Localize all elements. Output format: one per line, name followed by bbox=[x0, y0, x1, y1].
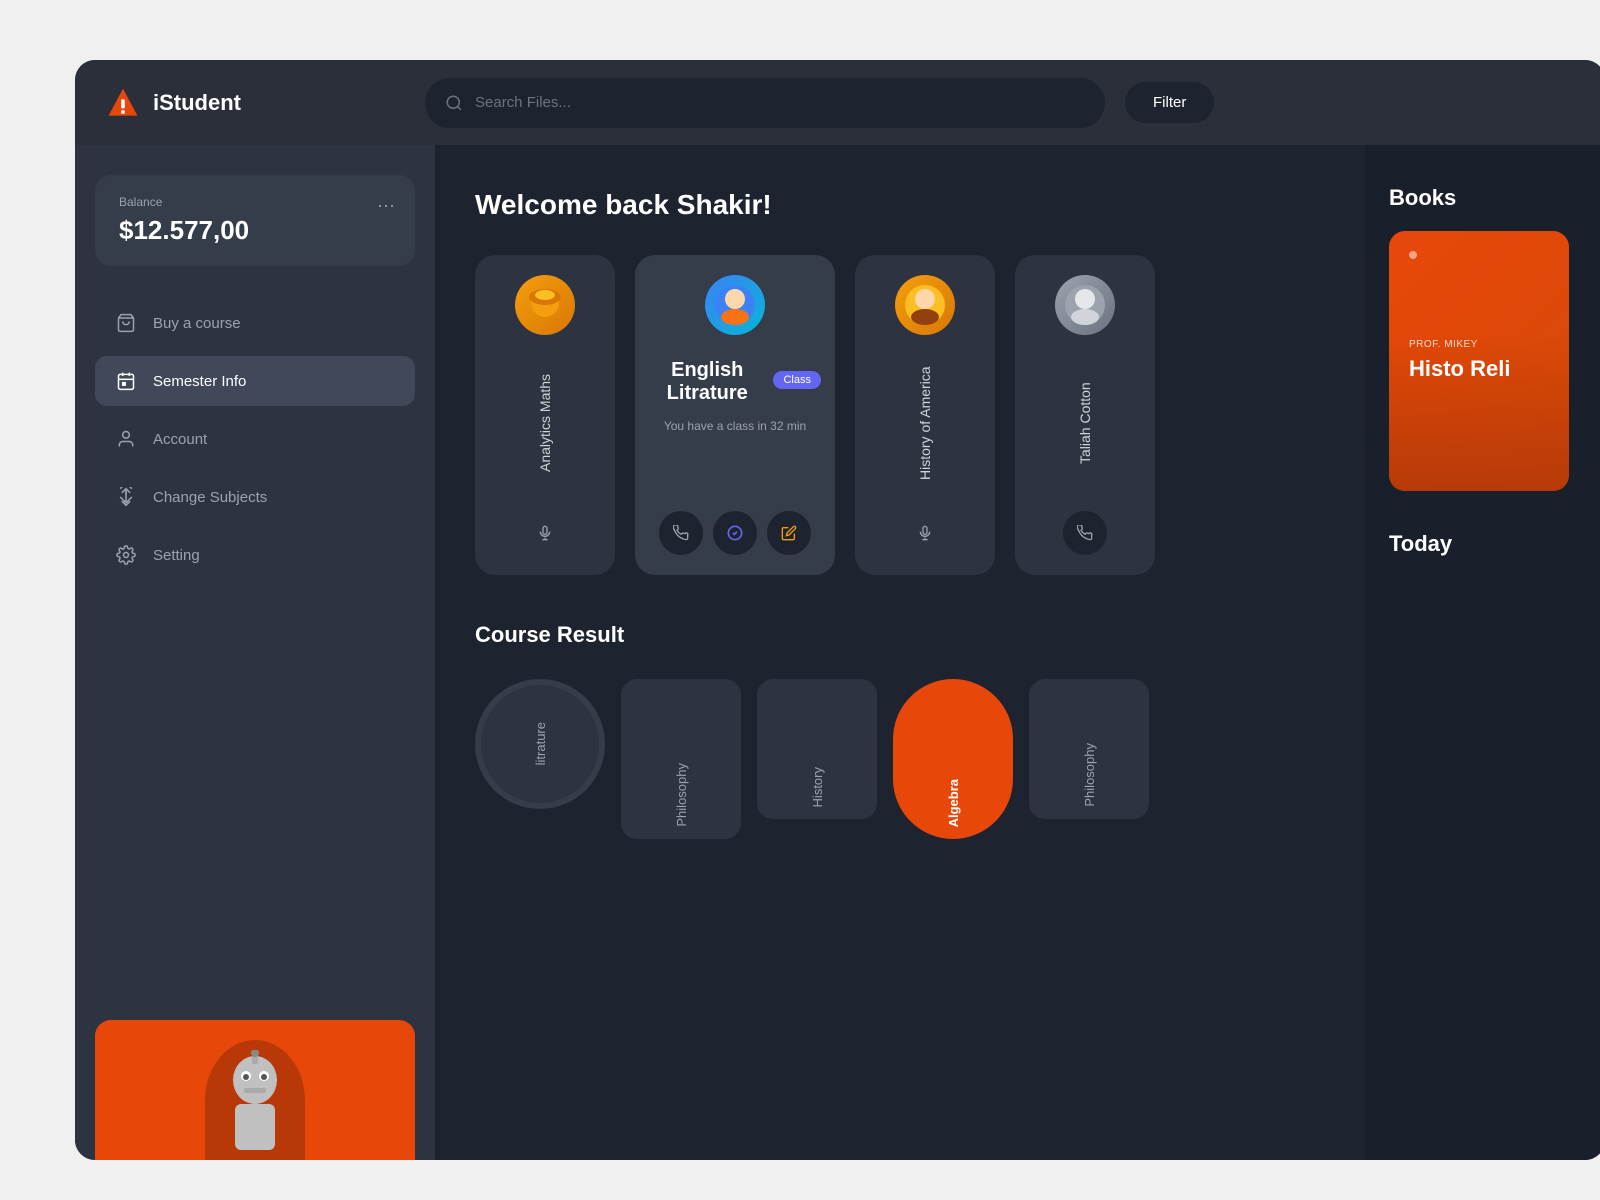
arrows-updown-icon bbox=[115, 486, 137, 508]
filter-button[interactable]: Filter bbox=[1125, 82, 1214, 123]
result-card-algebra[interactable]: Algebra bbox=[893, 679, 1013, 839]
books-title: Books bbox=[1389, 185, 1581, 211]
right-panel: Books PROF. MIKEY Histo Reli Today bbox=[1365, 145, 1600, 1160]
user-icon bbox=[115, 428, 137, 450]
sidebar: Balance $12.577,00 ··· Buy a course bbox=[75, 145, 435, 1160]
subject-name-analytics-maths: Analytics Maths bbox=[537, 351, 553, 495]
card-actions-english-litrature bbox=[659, 511, 811, 555]
course-result-title: Course Result bbox=[475, 622, 624, 648]
result-label-philosophy-2: Philosophy bbox=[1082, 743, 1097, 807]
class-badge: Class bbox=[773, 371, 821, 389]
sidebar-item-buy-course[interactable]: Buy a course bbox=[95, 298, 415, 348]
sidebar-item-setting-label: Setting bbox=[153, 547, 200, 564]
today-title: Today bbox=[1389, 531, 1581, 557]
card-actions-history-of-america bbox=[903, 511, 947, 555]
balance-amount: $12.577,00 bbox=[119, 215, 391, 246]
avatar-taliah-cotton bbox=[1055, 275, 1115, 335]
today-section: Today bbox=[1389, 531, 1581, 557]
class-time: You have a class in 32 min bbox=[664, 419, 806, 433]
sidebar-item-semester-info-label: Semester Info bbox=[153, 373, 246, 390]
card-actions-taliah-cotton bbox=[1063, 511, 1107, 555]
result-label-philosophy-1: Philosophy bbox=[674, 763, 689, 827]
mic-button-analytics-maths[interactable] bbox=[523, 511, 567, 555]
header: iStudent Search Files... Filter bbox=[75, 60, 1600, 145]
search-placeholder: Search Files... bbox=[475, 94, 571, 111]
phone-button-english-litrature[interactable] bbox=[659, 511, 703, 555]
subject-card-history-of-america[interactable]: History of America bbox=[855, 255, 995, 575]
result-label-litrature: litrature bbox=[533, 722, 548, 765]
avatar-analytics-maths bbox=[515, 275, 575, 335]
logo-icon bbox=[105, 85, 141, 121]
calendar-icon bbox=[115, 370, 137, 392]
sidebar-item-change-subjects-label: Change Subjects bbox=[153, 489, 267, 506]
avatar-history-of-america bbox=[895, 275, 955, 335]
card-actions-analytics-maths bbox=[523, 511, 567, 555]
result-card-philosophy-1[interactable]: Philosophy bbox=[621, 679, 741, 839]
subject-name-taliah-cotton: Taliah Cotton bbox=[1077, 351, 1093, 495]
featured-book-card[interactable]: PROF. MIKEY Histo Reli bbox=[1389, 231, 1569, 491]
pencil-button-english-litrature[interactable] bbox=[767, 511, 811, 555]
subject-card-english-litrature[interactable]: English Litrature Class You have a class… bbox=[635, 255, 835, 575]
sidebar-item-setting[interactable]: Setting bbox=[95, 530, 415, 580]
app-container: iStudent Search Files... Filter Balance … bbox=[75, 60, 1600, 1160]
balance-more-button[interactable]: ··· bbox=[377, 195, 395, 216]
bag-icon bbox=[115, 312, 137, 334]
sidebar-item-account[interactable]: Account bbox=[95, 414, 415, 464]
search-bar[interactable]: Search Files... bbox=[425, 78, 1105, 128]
avatar-english-litrature bbox=[705, 275, 765, 335]
result-card-history[interactable]: History bbox=[757, 679, 877, 819]
balance-label: Balance bbox=[119, 195, 391, 209]
book-card-title: Histo Reli bbox=[1409, 356, 1549, 382]
result-card-philosophy-2[interactable]: Philosophy bbox=[1029, 679, 1149, 819]
result-label-history: History bbox=[810, 767, 825, 807]
result-card-litrature[interactable]: litrature bbox=[475, 679, 605, 809]
sidebar-item-buy-course-label: Buy a course bbox=[153, 315, 241, 332]
sidebar-item-change-subjects[interactable]: Change Subjects bbox=[95, 472, 415, 522]
subject-card-analytics-maths[interactable]: Analytics Maths bbox=[475, 255, 615, 575]
result-label-algebra: Algebra bbox=[946, 779, 961, 827]
book-prof-label: PROF. MIKEY bbox=[1409, 339, 1549, 350]
logo-area: iStudent bbox=[105, 85, 425, 121]
search-icon bbox=[445, 94, 463, 112]
welcome-title: Welcome back Shakir! bbox=[475, 189, 772, 221]
sidebar-item-account-label: Account bbox=[153, 431, 207, 448]
sidebar-bottom-card bbox=[95, 1020, 415, 1160]
subject-name-english-litrature: English Litrature bbox=[649, 359, 765, 405]
subject-card-taliah-cotton[interactable]: Taliah Cotton bbox=[1015, 255, 1155, 575]
balance-card: Balance $12.577,00 ··· bbox=[95, 175, 415, 266]
check-button-english-litrature[interactable] bbox=[713, 511, 757, 555]
subject-name-history-of-america: History of America bbox=[917, 351, 933, 495]
phone-button-taliah-cotton[interactable] bbox=[1063, 511, 1107, 555]
main-content: Welcome back Shakir! ... bbox=[435, 145, 1600, 1160]
gear-icon bbox=[115, 544, 137, 566]
mic-button-history-of-america[interactable] bbox=[903, 511, 947, 555]
app-name: iStudent bbox=[153, 90, 241, 116]
sidebar-item-semester-info[interactable]: Semester Info bbox=[95, 356, 415, 406]
book-card-dot bbox=[1409, 251, 1417, 259]
